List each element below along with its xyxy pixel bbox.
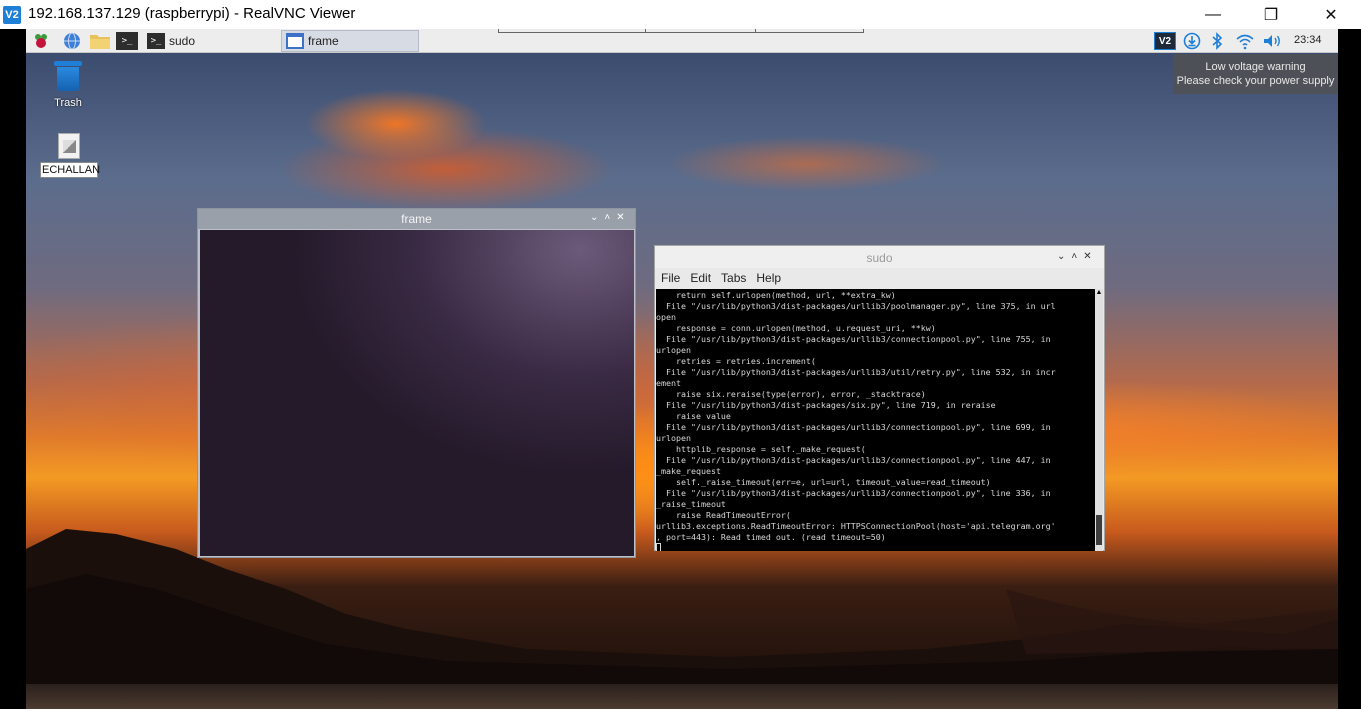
desktop-trash[interactable]: Trash <box>40 61 96 109</box>
taskbar: >_ >_ sudo frame V2 23:34 <box>26 29 1338 53</box>
task-label: frame <box>308 34 339 48</box>
wifi-tray-button[interactable] <box>1234 32 1256 50</box>
vnc-server-tray-icon[interactable]: V2 <box>1154 32 1176 50</box>
terminal-line: _make_request <box>656 466 721 476</box>
download-icon <box>1183 32 1201 50</box>
raspberry-menu-button[interactable] <box>32 32 50 50</box>
folder-icon <box>90 35 110 49</box>
panel-widget <box>498 29 864 33</box>
wallpaper-water <box>26 684 1338 709</box>
close-button[interactable]: ✕ <box>1083 251 1091 262</box>
task-label: sudo <box>169 34 196 48</box>
terminal-line: raise value <box>656 411 731 421</box>
terminal-line: File "/usr/lib/python3/dist-packages/url… <box>656 301 1056 311</box>
frame-titlebar[interactable]: frame ⌄ ˄ ✕ <box>198 209 635 229</box>
maximize-button[interactable]: ˄ <box>1071 251 1077 262</box>
close-button[interactable]: ✕ <box>616 212 624 223</box>
terminal-line: return self.urlopen(method, url, **extra… <box>656 290 896 300</box>
raspberry-icon <box>35 34 47 48</box>
minimize-button[interactable]: ⌄ <box>590 212 598 223</box>
terminal-line: raise ReadTimeoutError( <box>656 510 791 520</box>
terminal-line: File "/usr/lib/python3/dist-packages/url… <box>656 488 1051 498</box>
document-icon <box>58 133 80 159</box>
vnc-titlebar: V2 192.168.137.129 (raspberrypi) - RealV… <box>0 0 1361 29</box>
scroll-up-icon[interactable]: ▲ <box>1095 289 1103 296</box>
notification-title: Low voltage warning <box>1205 61 1306 73</box>
terminal-line: File "/usr/lib/python3/dist-packages/six… <box>656 400 996 410</box>
volume-icon <box>1264 35 1280 47</box>
desktop-icon-label: ECHALLAN <box>40 162 101 178</box>
terminal-line: self._raise_timeout(err=e, url=url, time… <box>656 477 991 487</box>
restore-icon: ❐ <box>1263 6 1279 24</box>
terminal-icon: >_ <box>121 36 133 46</box>
terminal-line: , port=443): Read timed out. (read timeo… <box>656 532 886 542</box>
sudo-titlebar[interactable]: sudo ⌄ ˄ ✕ <box>655 246 1104 268</box>
task-frame[interactable]: frame <box>281 30 419 52</box>
sudo-terminal-window[interactable]: sudo ⌄ ˄ ✕ File Edit Tabs Help return se… <box>654 245 1105 551</box>
clock[interactable]: 23:34 <box>1294 34 1322 46</box>
maximize-button[interactable]: ˄ <box>604 212 610 223</box>
camera-frame-view <box>200 230 634 556</box>
terminal-line: File "/usr/lib/python3/dist-packages/url… <box>656 422 1051 432</box>
terminal-prompt[interactable] <box>656 543 1095 551</box>
sudo-window-title: sudo <box>866 251 893 265</box>
realvnc-logo-icon: V2 <box>3 6 21 24</box>
minimize-button[interactable]: — <box>1190 0 1236 29</box>
terminal-line: ement <box>656 378 681 388</box>
terminal-line: httplib_response = self._make_request( <box>656 444 866 454</box>
close-icon: ✕ <box>1324 6 1338 24</box>
frame-window-title: frame <box>401 212 432 226</box>
volume-tray-button[interactable] <box>1262 32 1282 50</box>
frame-window[interactable]: frame ⌄ ˄ ✕ <box>197 208 636 558</box>
terminal-line: File "/usr/lib/python3/dist-packages/url… <box>656 455 1051 465</box>
desktop-icon-label: Trash <box>54 97 82 109</box>
menu-help[interactable]: Help <box>756 271 781 285</box>
scrollbar-thumb[interactable] <box>1096 515 1102 545</box>
remote-desktop[interactable]: >_ >_ sudo frame V2 23:34 Low voltage wa… <box>26 29 1338 709</box>
menu-file[interactable]: File <box>661 271 680 285</box>
minimize-icon: — <box>1205 5 1221 23</box>
menu-tabs[interactable]: Tabs <box>721 271 746 285</box>
terminal-line: urlopen <box>656 433 691 443</box>
terminal-scrollbar[interactable]: ▲ <box>1095 289 1103 551</box>
files-launcher[interactable] <box>89 32 111 50</box>
terminal-cursor <box>656 543 661 551</box>
window-title: 192.168.137.129 (raspberrypi) - RealVNC … <box>28 5 356 22</box>
terminal-launcher[interactable]: >_ <box>116 32 138 50</box>
browser-launcher[interactable] <box>63 32 81 50</box>
close-button[interactable]: ✕ <box>1308 0 1354 29</box>
window-icon <box>286 33 304 49</box>
terminal-output[interactable]: return self.urlopen(method, url, **extra… <box>656 289 1095 551</box>
menu-edit[interactable]: Edit <box>690 271 711 285</box>
terminal-line: raise six.reraise(type(error), error, _s… <box>656 389 926 399</box>
bluetooth-icon <box>1212 32 1223 50</box>
desktop-echallan[interactable]: ECHALLAN <box>40 133 101 178</box>
terminal-line: urlopen <box>656 345 691 355</box>
minimize-button[interactable]: ⌄ <box>1057 251 1065 262</box>
terminal-line: urllib3.exceptions.ReadTimeoutError: HTT… <box>656 521 1056 531</box>
terminal-menubar: File Edit Tabs Help <box>655 268 1104 288</box>
terminal-line: _raise_timeout <box>656 499 726 509</box>
wifi-icon <box>1236 34 1254 50</box>
terminal-icon: >_ <box>147 33 165 49</box>
terminal-line: File "/usr/lib/python3/dist-packages/url… <box>656 334 1051 344</box>
terminal-line: open <box>656 312 676 322</box>
restore-button[interactable]: ❐ <box>1248 0 1294 29</box>
terminal-line: retries = retries.increment( <box>656 356 816 366</box>
bluetooth-tray-button[interactable] <box>1209 32 1225 50</box>
globe-icon <box>64 32 80 50</box>
notification-message: Please check your power supply <box>1176 75 1335 87</box>
task-sudo[interactable]: >_ sudo <box>147 30 195 52</box>
terminal-line: response = conn.urlopen(method, u.reques… <box>656 323 936 333</box>
low-voltage-notification[interactable]: Low voltage warning Please check your po… <box>1173 54 1338 94</box>
trash-icon <box>54 61 82 91</box>
updater-tray-button[interactable] <box>1182 32 1202 50</box>
terminal-line: File "/usr/lib/python3/dist-packages/url… <box>656 367 1056 377</box>
